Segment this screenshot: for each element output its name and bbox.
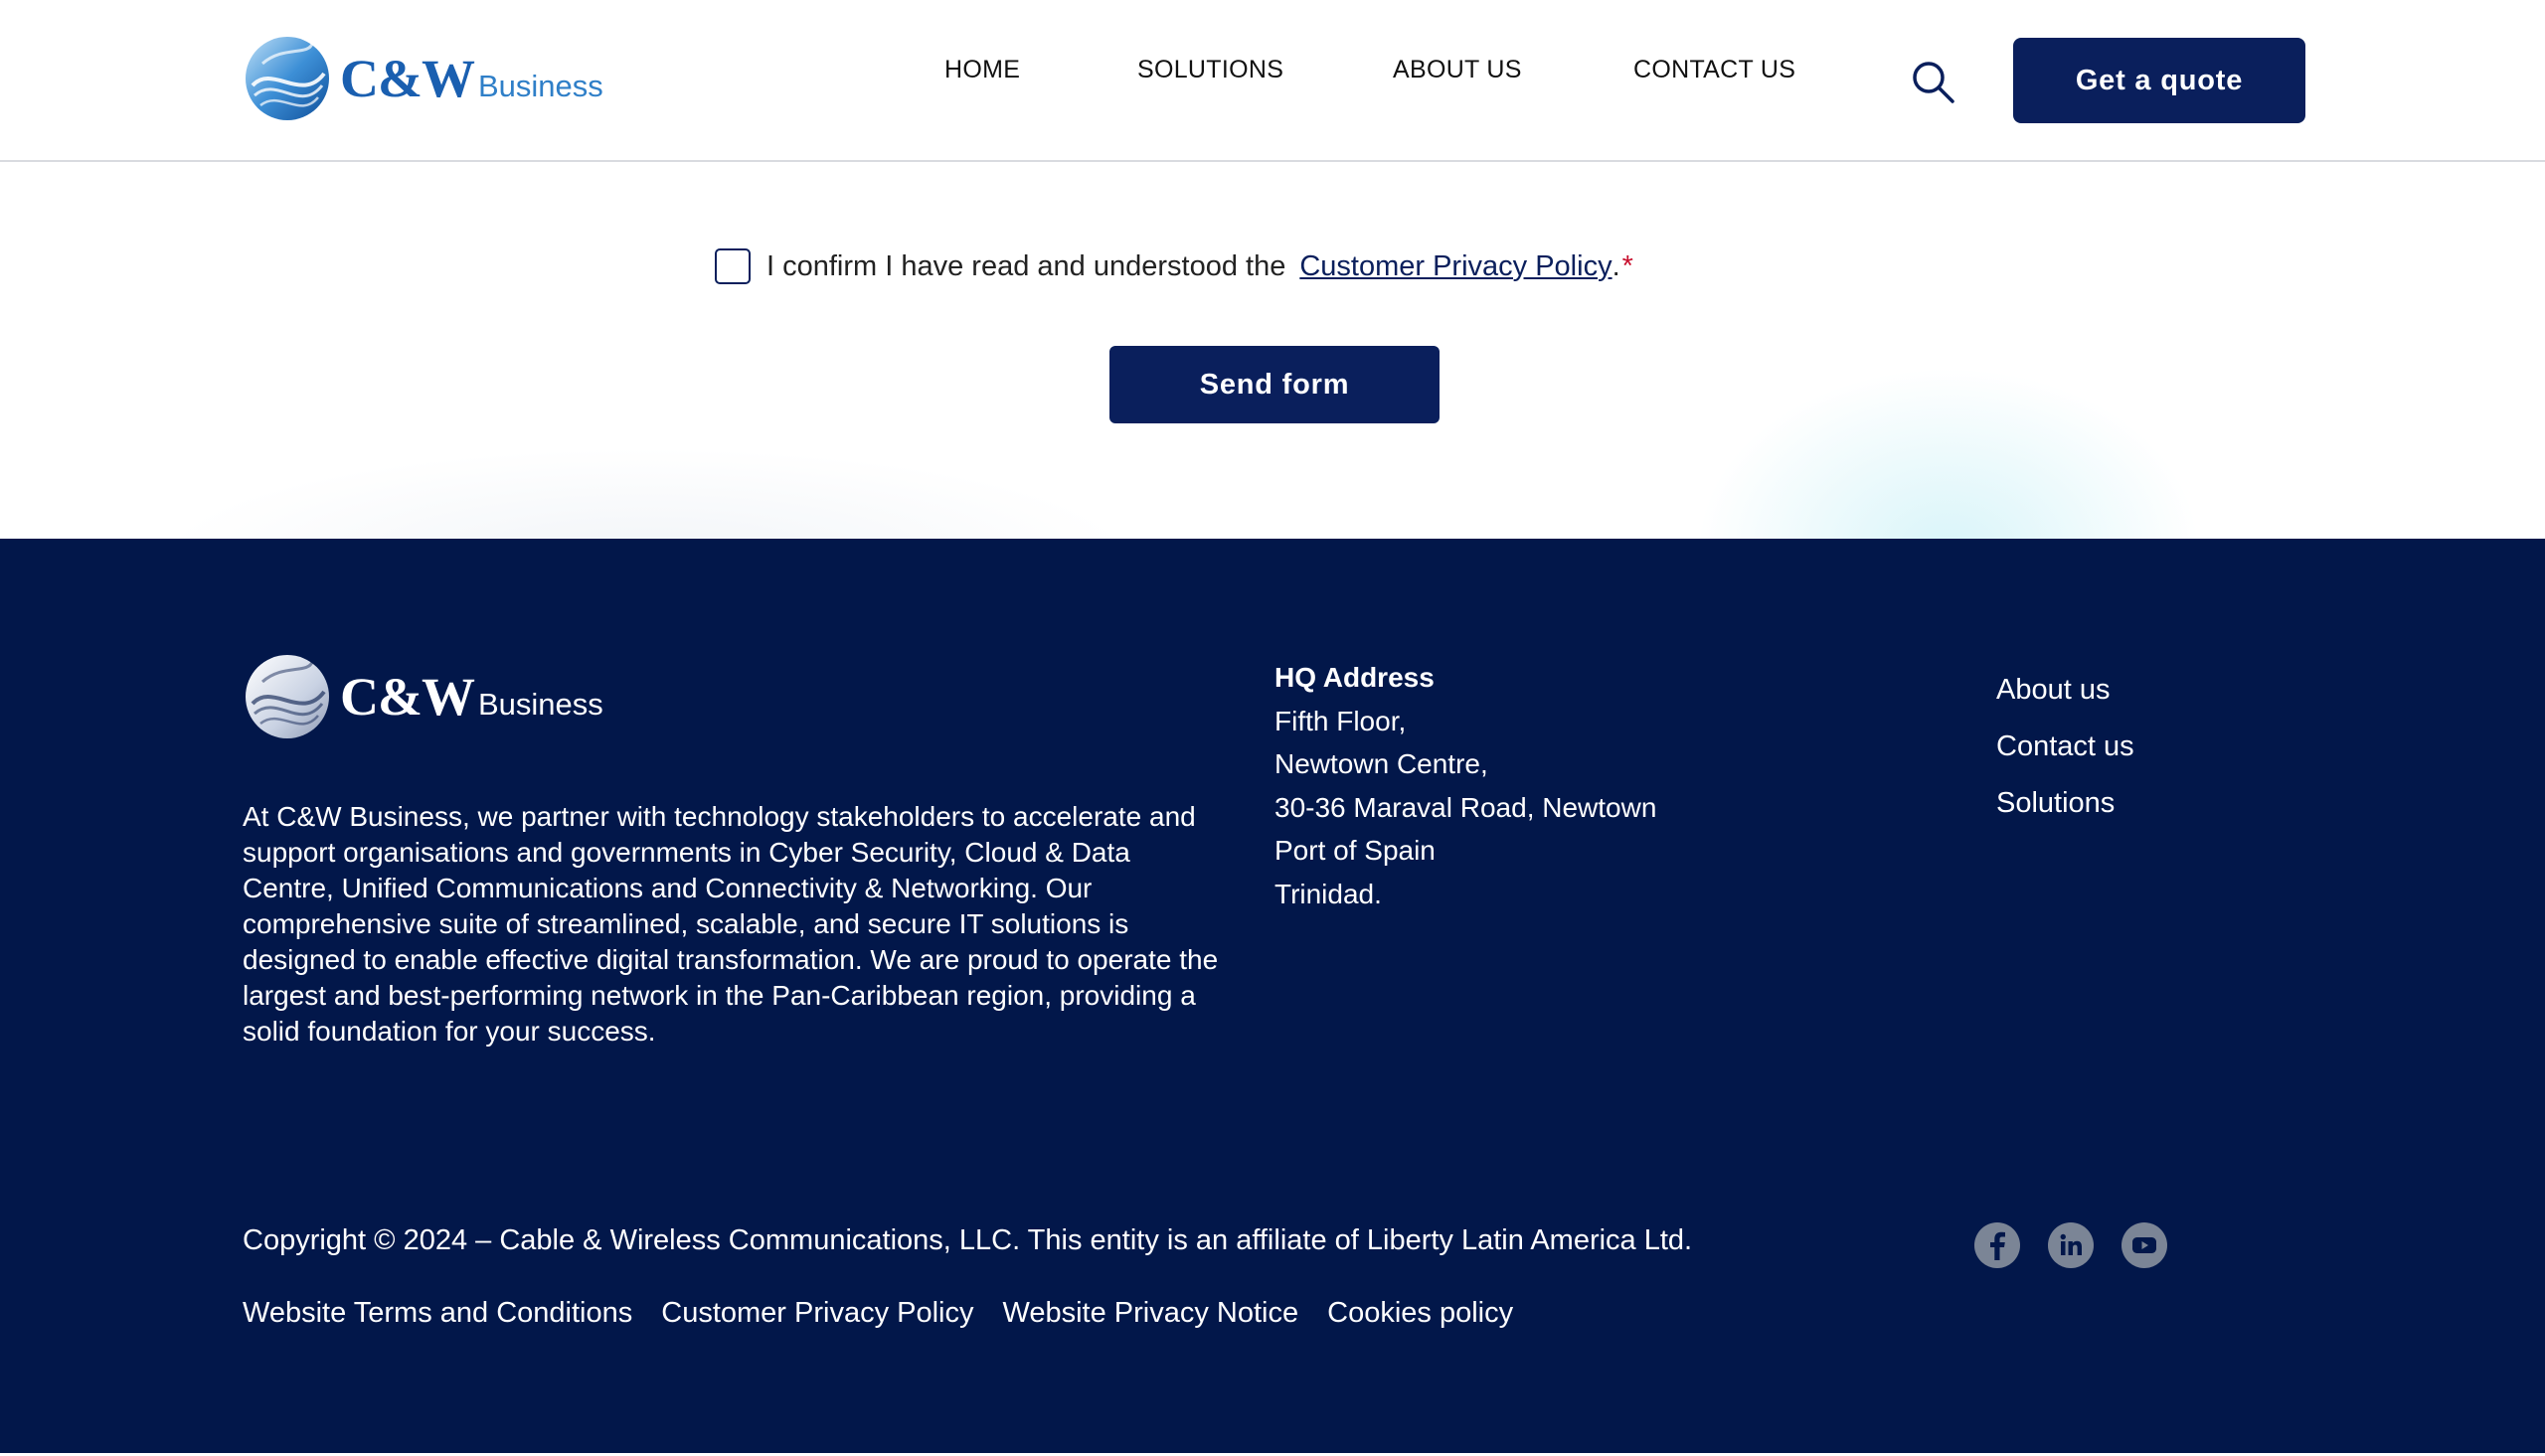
linkedin-icon[interactable] xyxy=(2048,1222,2094,1268)
logo-suffix: Business xyxy=(477,69,603,103)
nav-home[interactable]: HOME xyxy=(944,56,1020,84)
footer-nav: About us Contact us Solutions xyxy=(1996,662,2134,832)
youtube-icon[interactable] xyxy=(2121,1222,2167,1268)
site-header: C&W Business HOME SOLUTIONS ABOUT US CON… xyxy=(0,0,2545,162)
privacy-confirm-row: I confirm I have read and understood the… xyxy=(715,248,1633,284)
website-terms-link[interactable]: Website Terms and Conditions xyxy=(243,1297,632,1330)
footer-logo[interactable]: C&W Business xyxy=(243,652,603,741)
privacy-confirm-label: I confirm I have read and understood the xyxy=(766,249,1286,282)
required-marker: * xyxy=(1621,249,1633,282)
cw-swirl-logo-icon xyxy=(246,37,329,120)
hq-address: HQ Address Fifth Floor, Newtown Centre, … xyxy=(1274,656,1656,915)
nav-solutions[interactable]: SOLUTIONS xyxy=(1137,56,1283,84)
search-icon[interactable] xyxy=(1909,58,1956,105)
hq-address-line: 30-36 Maraval Road, Newtown xyxy=(1274,791,1657,823)
form-section: I confirm I have read and understood the… xyxy=(0,162,2545,539)
company-description: At C&W Business, we partner with technol… xyxy=(243,801,1219,1047)
website-privacy-notice-link[interactable]: Website Privacy Notice xyxy=(1003,1297,1299,1330)
logo-brand: C&W xyxy=(340,667,475,727)
hq-address-line: Fifth Floor, xyxy=(1274,705,1407,736)
copyright-text: Copyright © 2024 – Cable & Wireless Comm… xyxy=(243,1224,1693,1256)
cw-swirl-logo-icon xyxy=(246,655,329,738)
nav-contact-us[interactable]: CONTACT US xyxy=(1633,56,1795,84)
facebook-icon[interactable] xyxy=(1974,1222,2020,1268)
hq-address-line: Trinidad. xyxy=(1274,878,1382,909)
get-a-quote-button[interactable]: Get a quote xyxy=(2013,38,2305,123)
confirm-period: . xyxy=(1612,249,1620,282)
footer-link-contact-us[interactable]: Contact us xyxy=(1996,719,2134,775)
send-form-button[interactable]: Send form xyxy=(1109,346,1440,423)
hq-address-line: Newtown Centre, xyxy=(1274,748,1488,779)
header-logo[interactable]: C&W Business xyxy=(243,34,603,123)
logo-wordmark: C&W Business xyxy=(340,48,603,109)
site-footer: C&W Business At C&W Business, we partner… xyxy=(0,539,2545,1453)
privacy-confirm-checkbox[interactable] xyxy=(715,248,751,284)
customer-privacy-policy-link[interactable]: Customer Privacy Policy xyxy=(1299,250,1612,283)
legal-links: Website Terms and Conditions Customer Pr… xyxy=(243,1297,1513,1330)
social-links xyxy=(1974,1222,2167,1268)
footer-link-about-us[interactable]: About us xyxy=(1996,662,2134,719)
hq-address-title: HQ Address xyxy=(1274,662,1435,693)
nav-about-us[interactable]: ABOUT US xyxy=(1393,56,1522,84)
logo-suffix: Business xyxy=(477,687,603,722)
cookies-policy-link[interactable]: Cookies policy xyxy=(1327,1297,1513,1330)
hq-address-line: Port of Spain xyxy=(1274,835,1436,866)
footer-link-solutions[interactable]: Solutions xyxy=(1996,775,2134,832)
customer-privacy-policy-footer-link[interactable]: Customer Privacy Policy xyxy=(661,1297,973,1330)
logo-brand: C&W xyxy=(340,49,475,108)
logo-wordmark: C&W Business xyxy=(340,666,603,728)
